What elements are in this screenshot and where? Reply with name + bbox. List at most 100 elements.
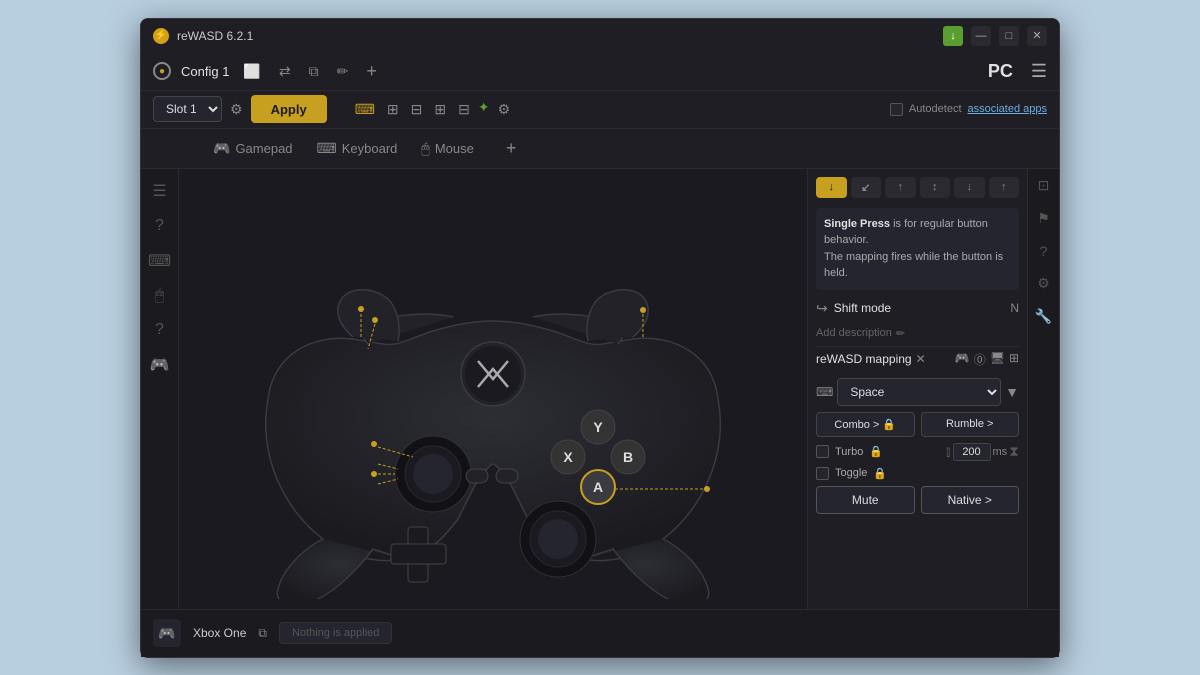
right-panel: ↓ ↙ ↑ ↕ ↓ ↑ Single Press is for regular … [807,169,1027,609]
nothing-applied-label: Nothing is applied [279,622,392,644]
edit-desc-icon: ✏ [896,327,905,340]
turbo-bars-icon: ⫾ [946,443,950,460]
add-desc-label: Add description [816,327,892,339]
copy-device-icon[interactable]: ⧉ [258,626,267,641]
slot-select[interactable]: Slot 1 [153,96,222,122]
key-select-arrow: ▼ [1005,384,1019,400]
shift-mode-label: Shift mode [834,301,1005,315]
app-title: reWASD 6.2.1 [177,29,935,43]
turbo-ms: ⫾ ms ⧗ [946,443,1019,461]
mapping-icon-2[interactable]: ⓪ [974,351,986,368]
edge-icon-2[interactable]: ⚑ [1037,210,1050,227]
sidebar-icon-1[interactable]: ☰ [152,181,166,201]
shift-mode-row: ↪ Shift mode N [816,296,1019,321]
combo-label: Combo > 🔒 [834,418,896,431]
press-tab-6[interactable]: ↑ [989,177,1020,198]
sub-toolbar: 🎮 Gamepad ⌨ Keyboard 🖱 Mouse + [141,129,1059,169]
mapping-icon-4[interactable]: ⊞ [1009,351,1019,368]
sidebar-icon-gamepad[interactable]: 🎮 [150,355,170,375]
press-info: Single Press is for regular button behav… [816,208,1019,290]
hamburger-menu[interactable]: ☰ [1031,61,1047,82]
native-button[interactable]: Native > [921,486,1020,514]
minimize-button[interactable]: — [971,26,991,46]
maximize-button[interactable]: □ [999,26,1019,46]
sidebar-icon-mouse[interactable]: 🖱 [155,287,165,305]
key-select[interactable]: Space [837,378,1001,406]
svg-text:X: X [563,449,573,465]
window-controls: ↓ — □ ✕ [943,26,1047,46]
autodetect-label: Autodetect [909,103,962,115]
gamepad-tab-label: Gamepad [235,141,292,156]
tab-mouse[interactable]: 🖱 Mouse [421,136,473,161]
key-select-row: ⌨ Space ▼ [816,378,1019,406]
press-tab-single[interactable]: ↓ [816,177,847,198]
tb-icon-3[interactable]: ⊞ [430,99,450,120]
tab-keyboard[interactable]: ⌨ Keyboard [317,136,398,161]
apply-button[interactable]: Apply [251,95,327,123]
edit-icon[interactable]: ✏ [333,61,353,82]
combo-button[interactable]: Combo > 🔒 [816,412,915,437]
turbo-label: Turbo [835,446,863,458]
tb-icon-4[interactable]: ⊟ [454,99,474,120]
download-button[interactable]: ↓ [943,26,963,46]
svg-text:A: A [593,479,603,495]
key-icon: ⌨ [816,385,833,399]
action-buttons-row: Combo > 🔒 Rumble > [816,412,1019,437]
keyboard-tab-label: Keyboard [342,141,398,156]
autodetect-checkbox[interactable] [890,103,903,116]
toolbar-icons: ⌨ ⊞ ⊟ ⊞ ⊟ ✦ ⚙ [351,99,514,120]
press-tab-2[interactable]: ↙ [851,177,882,198]
left-sidebar: ☰ ? ⌨ 🖱 ? 🎮 [141,169,179,609]
keyboard-tab-icon: ⌨ [317,140,337,157]
edge-icon-5[interactable]: 🔧 [1035,308,1052,325]
press-tab-3[interactable]: ↑ [885,177,916,198]
toggle-checkbox[interactable] [816,467,829,480]
save-icon[interactable]: ⬜ [239,61,264,82]
toggle-row: Toggle 🔒 [816,467,1019,480]
keyboard-tb-icon[interactable]: ⌨ [351,99,379,120]
turbo-ms-input[interactable] [953,443,991,461]
mapping-close-icon[interactable]: ✕ [916,352,926,366]
sidebar-icon-help2[interactable]: ? [155,321,164,339]
slot-gear-icon[interactable]: ⚙ [230,101,243,118]
mapping-icon-3[interactable]: 🖥 [990,351,1005,368]
mute-button[interactable]: Mute [816,486,915,514]
add-tab-button[interactable]: + [506,138,517,159]
controller-area: Y X B A [179,169,807,609]
press-info-bold: Single Press [824,218,890,230]
turbo-checkbox[interactable] [816,445,829,458]
copy-icon[interactable]: ⧉ [305,61,323,82]
turbo-stepper-icon: ⧗ [1009,443,1019,460]
svg-text:B: B [623,449,633,465]
mouse-tab-label: Mouse [435,141,474,156]
mapping-title: reWASD mapping [816,352,912,366]
turbo-row: Turbo 🔒 ⫾ ms ⧗ [816,443,1019,461]
edge-icon-4[interactable]: ⚙ [1037,275,1050,292]
share-icon[interactable]: ⇄ [275,61,295,82]
edge-icon-1[interactable]: ⊡ [1038,177,1050,194]
main-window: ⚡ reWASD 6.2.1 ↓ — □ ✕ ● Config 1 ⬜ ⇄ ⧉ … [140,18,1060,658]
sidebar-icon-keyboard2[interactable]: ⌨ [148,251,171,271]
turbo-ms-label: ms [993,446,1008,458]
rumble-button[interactable]: Rumble > [921,412,1020,437]
content-area: ☰ ? ⌨ 🖱 ? 🎮 [141,169,1059,609]
pc-label: PC [988,61,1013,82]
tb-icon-1[interactable]: ⊞ [383,99,403,120]
settings-tb-icon[interactable]: ⚙ [494,99,515,120]
close-button[interactable]: ✕ [1027,26,1047,46]
press-tab-5[interactable]: ↓ [954,177,985,198]
bottom-buttons: Mute Native > [816,486,1019,514]
autodetect-section: Autodetect associated apps [890,103,1047,116]
mapping-icon-1[interactable]: 🎮 [955,351,970,368]
associated-apps-link[interactable]: associated apps [968,103,1048,115]
tab-gamepad[interactable]: 🎮 Gamepad [213,136,293,161]
xbox-icon[interactable]: ✦ [478,99,490,120]
press-tab-4[interactable]: ↕ [920,177,951,198]
add-config-button[interactable]: + [366,61,377,82]
right-edge: ⊡ ⚑ ? ⚙ 🔧 [1027,169,1059,609]
tb-icon-2[interactable]: ⊟ [407,99,427,120]
sidebar-icon-help[interactable]: ? [155,217,164,235]
edge-icon-3[interactable]: ? [1040,243,1048,259]
app-icon: ⚡ [153,28,169,44]
add-description-row[interactable]: Add description ✏ [816,327,1019,340]
